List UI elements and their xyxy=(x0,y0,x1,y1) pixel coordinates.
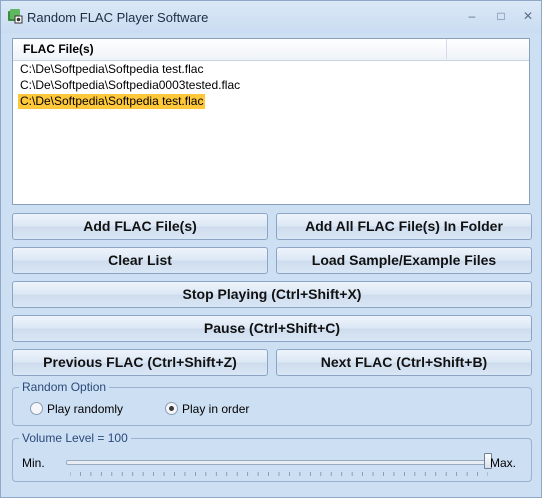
load-samples-button[interactable]: Load Sample/Example Files xyxy=(276,247,532,274)
volume-min-label: Min. xyxy=(22,456,45,470)
column-header-flac-files[interactable]: FLAC File(s) xyxy=(13,39,447,59)
window-title: Random FLAC Player Software xyxy=(27,10,209,25)
list-header: FLAC File(s) xyxy=(13,39,529,61)
maximize-button[interactable]: □ xyxy=(490,7,512,25)
volume-slider-ticks xyxy=(70,472,488,476)
app-icon xyxy=(8,9,23,24)
minimize-button[interactable]: – xyxy=(461,7,483,25)
radio-off-icon[interactable] xyxy=(30,402,43,415)
add-folder-button[interactable]: Add All FLAC File(s) In Folder xyxy=(276,213,532,240)
volume-group: Volume Level = 100 Min. Max. xyxy=(12,431,532,482)
volume-title: Volume Level = 100 xyxy=(19,431,131,445)
volume-max-label: Max. xyxy=(490,456,517,470)
random-option-title: Random Option xyxy=(19,380,110,394)
play-randomly-radio[interactable]: Play randomly xyxy=(30,402,123,417)
list-item[interactable]: C:\De\Softpedia\Softpedia0003tested.flac xyxy=(18,78,242,93)
list-item-selected[interactable]: C:\De\Softpedia\Softpedia test.flac xyxy=(18,94,206,109)
volume-slider-track[interactable] xyxy=(66,460,492,465)
play-in-order-label: Play in order xyxy=(182,402,250,416)
add-flac-files-button[interactable]: Add FLAC File(s) xyxy=(12,213,268,240)
play-in-order-radio[interactable]: Play in order xyxy=(165,402,249,417)
radio-on-icon[interactable] xyxy=(165,402,178,415)
next-flac-button[interactable]: Next FLAC (Ctrl+Shift+B) xyxy=(276,349,532,376)
flac-file-list[interactable]: FLAC File(s) C:\De\Softpedia\Softpedia t… xyxy=(12,38,530,205)
random-option-group: Random Option Play randomly Play in orde… xyxy=(12,380,532,426)
title-bar[interactable]: Random FLAC Player Software – □ ✕ xyxy=(1,1,541,33)
clear-list-button[interactable]: Clear List xyxy=(12,247,268,274)
play-randomly-label: Play randomly xyxy=(47,402,124,416)
pause-button[interactable]: Pause (Ctrl+Shift+C) xyxy=(12,315,532,342)
stop-playing-button[interactable]: Stop Playing (Ctrl+Shift+X) xyxy=(12,281,532,308)
close-button[interactable]: ✕ xyxy=(517,7,539,25)
list-item[interactable]: C:\De\Softpedia\Softpedia test.flac xyxy=(18,62,205,77)
previous-flac-button[interactable]: Previous FLAC (Ctrl+Shift+Z) xyxy=(12,349,268,376)
app-window: Random FLAC Player Software – □ ✕ FLAC F… xyxy=(0,0,542,498)
